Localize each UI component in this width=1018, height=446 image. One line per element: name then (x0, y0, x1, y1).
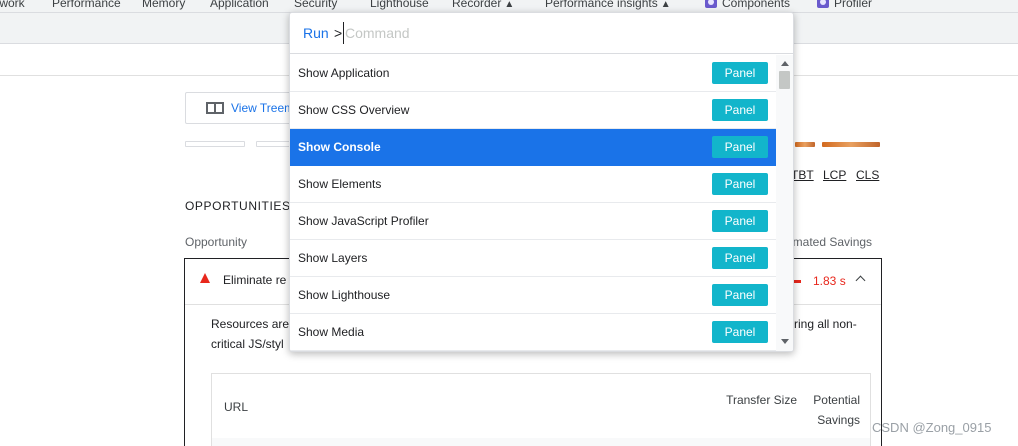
panel-badge: Panel (712, 210, 768, 232)
scroll-up-icon[interactable] (781, 61, 789, 66)
tab-recorder-label: Recorder (452, 0, 502, 10)
command-input[interactable] (343, 22, 763, 44)
tab-lighthouse[interactable]: Lighthouse (370, 0, 429, 10)
command-item[interactable]: Show JavaScript Profiler Panel (290, 203, 776, 240)
command-item[interactable]: Show Media Panel (290, 314, 776, 351)
command-item-label: Show JavaScript Profiler (298, 214, 429, 228)
tab-security[interactable]: Security (294, 0, 337, 10)
audit-savings-value: 1.83 s (813, 274, 846, 288)
tab-network[interactable]: twork (0, 0, 25, 10)
command-item[interactable]: Show Lighthouse Panel (290, 277, 776, 314)
view-treemap-button[interactable]: View Treem (185, 92, 305, 124)
command-item[interactable]: Show CSS Overview Panel (290, 92, 776, 129)
react-devtools-icon (705, 0, 717, 8)
panel-badge: Panel (712, 99, 768, 121)
tab-profiler[interactable]: Profiler (817, 0, 872, 10)
table-row (212, 438, 870, 446)
treemap-icon (206, 102, 224, 114)
tab-profiler-label: Profiler (834, 0, 873, 10)
table-header: URL Transfer Size Potential Savings (212, 374, 870, 438)
estimated-savings-column-header: imated Savings (790, 235, 873, 249)
run-label: Run (303, 25, 329, 41)
command-list: Show Application Panel Show CSS Overview… (290, 55, 776, 351)
scroll-down-icon[interactable] (781, 339, 789, 344)
command-item[interactable]: Show Application Panel (290, 55, 776, 92)
react-devtools-icon (817, 0, 829, 8)
tab-components[interactable]: Components (705, 0, 790, 10)
tab-recorder[interactable]: Recorder ▲ (452, 0, 514, 10)
command-item-label: Show Elements (298, 177, 382, 191)
command-list-scrollbar[interactable] (776, 55, 793, 351)
command-item-label: Show Media (298, 325, 365, 339)
tab-components-label: Components (722, 0, 791, 10)
command-item-label: Show Lighthouse (298, 288, 391, 302)
experimental-icon: ▲ (660, 0, 671, 10)
command-item-label: Show Console (298, 140, 381, 154)
command-item-label: Show Layers (298, 251, 368, 265)
audit-title: Eliminate re (223, 273, 287, 287)
panel-badge: Panel (712, 247, 768, 269)
column-header-transfer-size: Transfer Size (726, 393, 797, 407)
column-header-potential-savings: Potential Savings (813, 393, 860, 427)
filmstrip-thumbnail (822, 142, 880, 147)
tab-performance[interactable]: Performance (52, 0, 121, 10)
panel-badge: Panel (712, 62, 768, 84)
devtools-tab-bar: twork Performance Memory Application Sec… (0, 0, 1018, 12)
prompt-symbol: > (334, 25, 343, 41)
metric-filter-lcp[interactable]: LCP (823, 168, 846, 182)
filmstrip-thumbnail (795, 142, 815, 147)
opportunity-column-header: Opportunity (185, 235, 248, 249)
panel-badge: Panel (712, 284, 768, 306)
audit-description: Resources are (211, 317, 290, 331)
opportunities-heading: OPPORTUNITIES (185, 199, 291, 213)
tab-performance-insights[interactable]: Performance insights ▲ (545, 0, 671, 10)
panel-badge: Panel (712, 173, 768, 195)
view-treemap-label: View Treem (231, 101, 295, 115)
chevron-up-icon[interactable] (855, 275, 866, 286)
audit-details-table: URL Transfer Size Potential Savings (211, 373, 871, 446)
warning-triangle-icon (200, 273, 210, 283)
panel-badge: Panel (712, 136, 768, 158)
command-item[interactable]: Show Layers Panel (290, 240, 776, 277)
experimental-icon: ▲ (504, 0, 515, 10)
watermark: CSDN @Zong_0915 (872, 420, 992, 435)
tab-performance-insights-label: Performance insights (545, 0, 658, 10)
metric-filter-tbt[interactable]: TBT (791, 168, 814, 182)
filmstrip-thumbnail (185, 141, 245, 147)
command-item[interactable]: Show Elements Panel (290, 166, 776, 203)
column-header-url: URL (224, 400, 249, 414)
command-item-label: Show CSS Overview (298, 103, 410, 117)
metric-filter-cls[interactable]: CLS (856, 168, 879, 182)
command-item-label: Show Application (298, 66, 390, 80)
audit-description: rring all non- (790, 317, 857, 331)
tab-application[interactable]: Application (210, 0, 269, 10)
command-prompt: Run > (290, 13, 793, 54)
audit-description: critical JS/styl (211, 337, 284, 351)
tab-memory[interactable]: Memory (142, 0, 185, 10)
panel-badge: Panel (712, 321, 768, 343)
scrollbar-thumb[interactable] (779, 71, 790, 89)
command-item-selected[interactable]: Show Console Panel (290, 129, 776, 166)
command-menu: Run > Show Application Panel Show CSS Ov… (289, 12, 794, 352)
